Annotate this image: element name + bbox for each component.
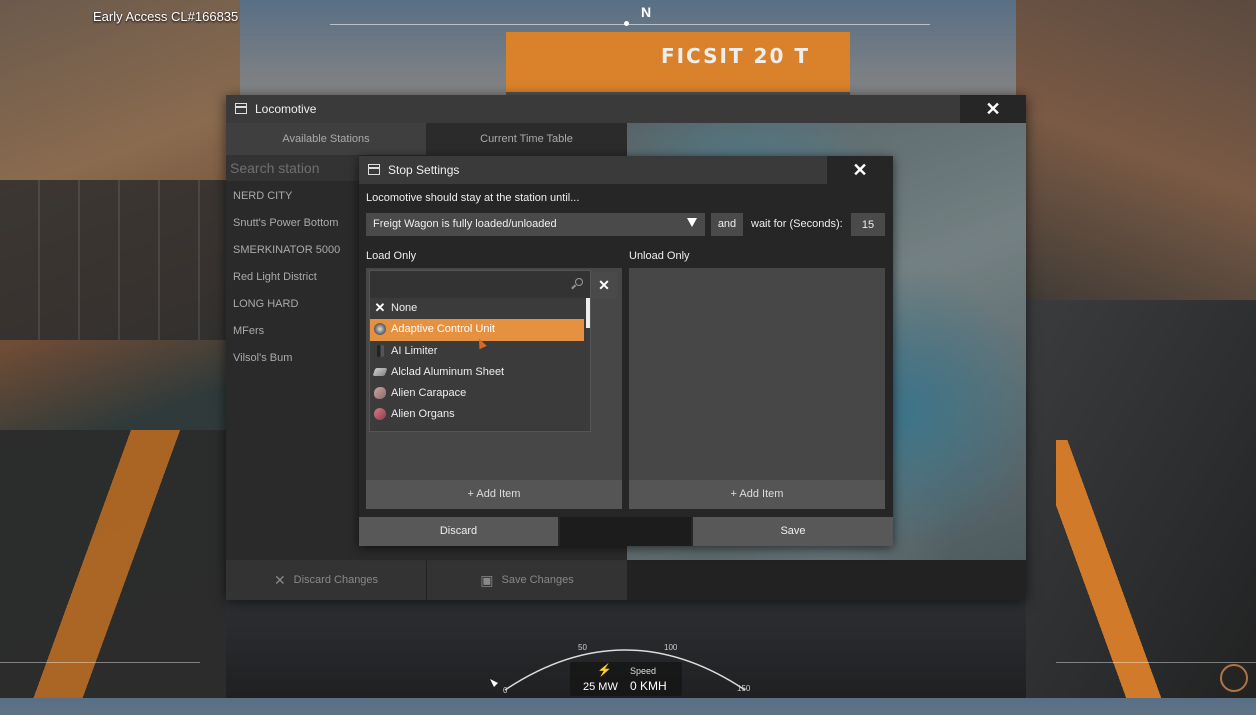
save-changes-label: Save Changes xyxy=(501,574,574,586)
hud-line-left xyxy=(0,662,200,663)
condition-selected-value: Freigt Wagon is fully loaded/unloaded xyxy=(373,218,557,230)
station-list: NERD CITY Snutt's Power Bottom SMERKINAT… xyxy=(226,183,359,372)
item-list-scrollbar[interactable] xyxy=(586,298,590,328)
list-item-alclad-aluminum-sheet[interactable]: Alclad Aluminum Sheet xyxy=(370,362,590,383)
item-picker-dropdown: ✕ None Adaptive Control Unit AI Limiter … xyxy=(369,270,591,432)
save-button[interactable]: Save xyxy=(693,517,893,546)
build-version-label: Early Access CL#166835 xyxy=(93,9,239,24)
window-icon xyxy=(368,164,380,175)
station-item-snutts-power-bottom[interactable]: Snutt's Power Bottom xyxy=(226,210,359,237)
item-label: Alclad Aluminum Sheet xyxy=(391,365,505,378)
item-list: ✕ None Adaptive Control Unit AI Limiter … xyxy=(370,298,590,432)
tab-current-time-table[interactable]: Current Time Table xyxy=(426,123,627,155)
gauge-tick-0: 0 xyxy=(503,686,508,695)
window-icon xyxy=(235,103,247,114)
unload-only-panel xyxy=(629,268,885,509)
gauge-tick-150: 150 xyxy=(737,684,751,693)
discard-changes-label: Discard Changes xyxy=(293,574,379,586)
speed-label: Speed xyxy=(630,666,657,676)
list-item-adaptive-control-unit[interactable]: Adaptive Control Unit xyxy=(370,319,584,341)
hud-line-right xyxy=(1056,662,1256,663)
close-icon: ✕ xyxy=(985,99,1001,119)
background-orange-stripe xyxy=(1056,440,1196,698)
load-only-label: Load Only xyxy=(366,250,417,262)
stop-settings-titlebar: Stop Settings ✕ xyxy=(359,156,893,184)
close-icon: ✕ xyxy=(598,277,610,293)
discard-changes-button[interactable]: ✕ Discard Changes xyxy=(226,560,426,600)
alien-organs-icon xyxy=(374,408,386,421)
lightning-icon: ⚡ xyxy=(597,663,612,677)
discard-button[interactable]: Discard xyxy=(359,517,558,546)
clear-item-search-button[interactable]: ✕ xyxy=(591,272,617,298)
condition-dropdown[interactable]: Freigt Wagon is fully loaded/unloaded xyxy=(366,213,705,236)
ficsit-logo-icon xyxy=(1220,664,1248,692)
compass-heading: N xyxy=(641,4,652,20)
item-label: None xyxy=(391,302,418,314)
station-item-vilsols-bum[interactable]: Vilsol's Bum xyxy=(226,345,359,372)
freight-gantry: FICSIT 20 T xyxy=(506,32,850,98)
tab-available-stations[interactable]: Available Stations xyxy=(226,123,426,155)
item-label: Alien Organs xyxy=(391,408,455,421)
close-icon: ✕ xyxy=(374,300,386,315)
station-item-nerd-city[interactable]: NERD CITY xyxy=(226,183,359,210)
station-item-smerkinator-5000[interactable]: SMERKINATOR 5000 xyxy=(226,237,359,264)
item-label: Adaptive Control Unit xyxy=(391,323,495,336)
floppy-disk-icon: ▣ xyxy=(480,572,494,589)
button-divider xyxy=(560,517,691,546)
gantry-label: FICSIT 20 T xyxy=(660,44,810,68)
gauge-tick-100: 100 xyxy=(664,643,678,652)
gauge-tick-50: 50 xyxy=(578,643,587,652)
list-item-none[interactable]: ✕ None xyxy=(370,298,590,319)
save-changes-button[interactable]: ▣ Save Changes xyxy=(427,560,627,600)
station-item-long-hard[interactable]: LONG HARD xyxy=(226,291,359,318)
and-label: and xyxy=(711,213,743,236)
ai-limiter-icon xyxy=(377,344,384,357)
alien-carapace-icon xyxy=(374,387,386,400)
condition-label: Locomotive should stay at the station un… xyxy=(366,192,580,204)
station-item-red-light-district[interactable]: Red Light District xyxy=(226,264,359,291)
stop-settings-title: Stop Settings xyxy=(388,163,460,177)
item-search-input[interactable] xyxy=(370,271,590,298)
speed-readout: 0 KMH xyxy=(630,679,667,693)
load-add-item-button[interactable]: + Add Item xyxy=(366,480,622,509)
power-readout: 25 MW xyxy=(583,681,618,693)
list-item-alien-carapace[interactable]: Alien Carapace xyxy=(370,383,590,404)
locomotive-titlebar: Locomotive ✕ xyxy=(226,95,1026,123)
close-icon: ✕ xyxy=(273,572,286,589)
wait-seconds-label: wait for (Seconds): xyxy=(751,218,843,230)
item-label: Alien Carapace xyxy=(391,387,467,400)
unload-only-label: Unload Only xyxy=(629,250,690,262)
search-icon xyxy=(575,278,583,286)
alclad-sheet-icon xyxy=(372,367,388,376)
search-station-input[interactable] xyxy=(226,155,359,181)
dropdown-arrow-icon xyxy=(687,218,697,227)
station-item-mfers[interactable]: MFers xyxy=(226,318,359,345)
adaptive-control-unit-icon xyxy=(374,323,386,336)
compass-marker xyxy=(624,21,629,26)
close-stop-settings-button[interactable]: ✕ xyxy=(827,156,893,184)
background-rail-left xyxy=(0,430,230,698)
locomotive-title: Locomotive xyxy=(255,102,317,116)
background-foundation-grid xyxy=(0,180,230,340)
speedometer-needle xyxy=(490,679,498,687)
list-item-alien-organs[interactable]: Alien Organs xyxy=(370,404,590,425)
item-label: AI Limiter xyxy=(391,344,438,357)
close-icon: ✕ xyxy=(852,160,868,180)
unload-add-item-button[interactable]: + Add Item xyxy=(629,480,885,509)
close-locomotive-button[interactable]: ✕ xyxy=(960,95,1026,123)
wait-seconds-input[interactable] xyxy=(851,213,885,236)
compass-bar xyxy=(330,24,930,25)
